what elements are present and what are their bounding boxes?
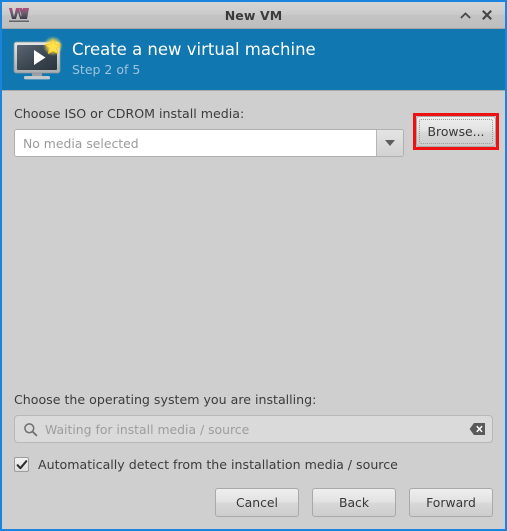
new-virtual-machine-icon bbox=[13, 35, 63, 79]
focus-ring bbox=[419, 119, 493, 144]
window-titlebar[interactable]: New VM bbox=[2, 2, 505, 29]
shade-window-button[interactable] bbox=[455, 5, 475, 25]
wizard-footer: Cancel Back Forward bbox=[14, 488, 493, 517]
install-media-input[interactable]: No media selected bbox=[15, 130, 377, 156]
wizard-title: Create a new virtual machine bbox=[72, 40, 316, 59]
back-button[interactable]: Back bbox=[312, 488, 396, 517]
operating-system-label: Choose the operating system you are inst… bbox=[14, 392, 317, 407]
wizard-step-indicator: Step 2 of 5 bbox=[72, 62, 141, 77]
close-window-button[interactable] bbox=[477, 5, 497, 25]
autodetect-row[interactable]: Automatically detect from the installati… bbox=[14, 457, 493, 472]
operating-system-row: Waiting for install media / source bbox=[14, 415, 493, 443]
checkmark-icon bbox=[16, 459, 27, 469]
browse-button-container: Browse... bbox=[416, 116, 496, 147]
window-controls bbox=[455, 5, 505, 25]
cancel-button[interactable]: Cancel bbox=[215, 488, 299, 517]
wizard-header-banner: Create a new virtual machine Step 2 of 5 bbox=[2, 29, 505, 91]
operating-system-search-field[interactable]: Waiting for install media / source bbox=[14, 415, 493, 443]
chevron-down-icon bbox=[385, 140, 395, 146]
install-media-dropdown-button[interactable] bbox=[377, 130, 403, 156]
search-icon bbox=[24, 422, 38, 436]
wizard-header-text: Create a new virtual machine Step 2 of 5 bbox=[72, 40, 316, 79]
new-vm-window: New VM Create a new virtual machine Step… bbox=[0, 0, 507, 531]
forward-button[interactable]: Forward bbox=[409, 488, 493, 517]
install-media-combobox[interactable]: No media selected bbox=[14, 129, 404, 157]
clear-entry-icon[interactable] bbox=[469, 422, 486, 436]
close-icon bbox=[482, 10, 492, 20]
browse-button[interactable]: Browse... bbox=[416, 116, 496, 147]
autodetect-checkbox[interactable] bbox=[14, 457, 29, 472]
wizard-page-content: Choose ISO or CDROM install media: No me… bbox=[2, 91, 505, 529]
autodetect-label: Automatically detect from the installati… bbox=[38, 457, 398, 472]
chevron-up-icon bbox=[459, 11, 471, 19]
window-title: New VM bbox=[224, 7, 283, 23]
operating-system-search-input[interactable]: Waiting for install media / source bbox=[45, 422, 469, 437]
virt-manager-icon bbox=[9, 8, 29, 22]
install-media-row: No media selected Browse... bbox=[14, 113, 499, 159]
